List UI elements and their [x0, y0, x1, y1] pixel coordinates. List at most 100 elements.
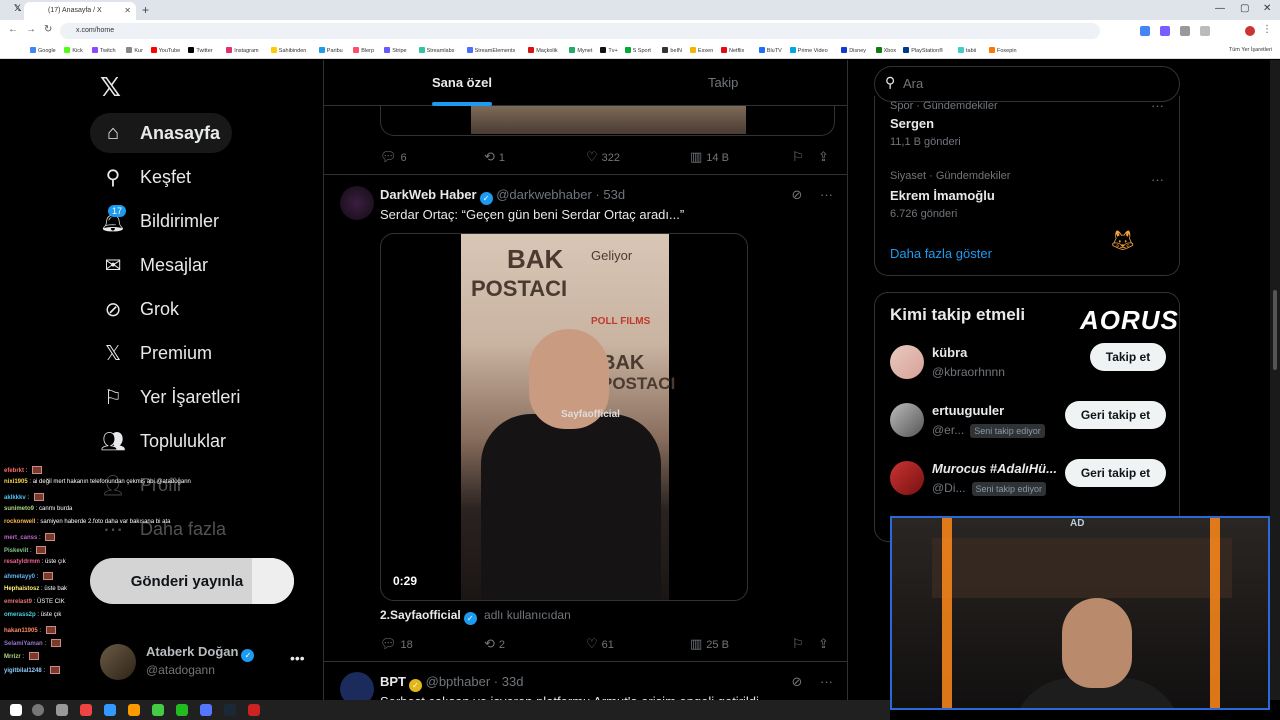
more-icon[interactable]: ··· — [1151, 172, 1164, 187]
author-name[interactable]: DarkWeb Haber — [380, 187, 477, 202]
avatar[interactable] — [340, 186, 374, 220]
nav-home[interactable]: ⌂ Anasayfa — [90, 113, 233, 153]
address-bar[interactable]: x.com/home — [60, 23, 1100, 39]
post-time[interactable]: 33d — [502, 674, 524, 689]
tab-for-you[interactable]: Sana özel — [432, 75, 492, 90]
bookmark-item[interactable]: tabii — [958, 47, 976, 54]
nav-bookmarks[interactable]: ⚐ Yer İşaretleri — [100, 377, 240, 417]
steam-icon[interactable] — [224, 704, 236, 716]
app-icon[interactable] — [248, 704, 260, 716]
new-tab-icon[interactable]: + — [142, 3, 149, 17]
bookmark-button[interactable]: ⚐ — [792, 636, 808, 652]
close-icon[interactable]: ✕ — [124, 6, 131, 15]
bookmark-item[interactable]: Sahibinden — [270, 47, 306, 54]
like-button[interactable]: ♡ 61 — [586, 636, 614, 652]
scrollbar-thumb[interactable] — [1273, 290, 1277, 370]
follow-suggestion[interactable]: ertuuguuler @er... Seni takip ediyor Geri… — [890, 401, 1170, 445]
video-player[interactable]: BAK POSTACI Geliyor POLL FILMS BAK POSTA… — [380, 233, 748, 601]
nav-premium[interactable]: 𝕏 Premium — [100, 333, 212, 373]
bookmark-item[interactable]: Maçkolik — [528, 47, 558, 54]
repost-button[interactable]: ⟲ 2 — [484, 636, 505, 652]
tab-following[interactable]: Takip — [708, 75, 738, 90]
bookmark-item[interactable]: S Sport — [624, 47, 651, 54]
follow-back-button[interactable]: Geri takip et — [1065, 401, 1166, 429]
bookmark-item[interactable]: Tv+ — [600, 47, 618, 54]
follow-back-button[interactable]: Geri takip et — [1065, 459, 1166, 487]
reply-button[interactable]: 💬︎ 6 — [380, 149, 407, 165]
bookmark-item[interactable]: Google — [30, 47, 56, 54]
app-icon[interactable] — [80, 704, 92, 716]
previous-post-media[interactable] — [380, 106, 835, 136]
maximize-icon[interactable]: ▢ — [1240, 3, 1249, 14]
bookmark-item[interactable]: Twitter — [188, 47, 213, 54]
bookmark-item[interactable]: BluTV — [758, 47, 782, 54]
bookmark-item[interactable]: Foxepin — [989, 47, 1017, 54]
whatsapp-icon[interactable] — [176, 704, 188, 716]
folder-icon[interactable] — [128, 704, 140, 716]
extension-icon[interactable] — [1140, 26, 1150, 36]
nav-messages[interactable]: ✉ Mesajlar — [100, 245, 208, 285]
bookmark-item[interactable]: Netflix — [721, 47, 744, 54]
start-icon[interactable] — [10, 704, 22, 716]
bookmark-item[interactable]: Mynet — [569, 47, 592, 54]
app-icon[interactable] — [104, 704, 116, 716]
extension-icon[interactable] — [1200, 26, 1210, 36]
bookmark-item[interactable]: StreamElements — [466, 47, 515, 54]
extension-icon[interactable] — [1180, 26, 1190, 36]
share-button[interactable]: ⇪ — [818, 149, 833, 165]
x-logo-icon[interactable]: 𝕏 — [100, 72, 121, 103]
browser-tab[interactable]: 𝕏 (17) Anasayfa / X ✕ — [14, 2, 136, 20]
credit-name[interactable]: 2.Sayfaofficial — [380, 608, 461, 622]
author-handle[interactable]: @darkwebhaber — [496, 187, 592, 202]
bookmark-button[interactable]: ⚐ — [792, 149, 808, 165]
discord-icon[interactable] — [200, 704, 212, 716]
scrollbar[interactable] — [1270, 60, 1280, 700]
more-icon[interactable]: ··· — [820, 674, 833, 689]
search-icon[interactable] — [32, 704, 44, 716]
profile-icon[interactable] — [1245, 26, 1255, 36]
bookmark-item[interactable]: Stripe — [384, 47, 407, 54]
bookmark-item[interactable]: Kur — [126, 47, 143, 54]
trend-name[interactable]: Sergen — [890, 116, 934, 131]
bookmark-item[interactable]: Twitch — [92, 47, 116, 54]
grok-icon[interactable]: ⊘ — [791, 187, 802, 202]
bookmark-item[interactable]: Disney — [841, 47, 866, 54]
follow-suggestion[interactable]: Murocus #AdalıHü... @Di... Seni takip edi… — [890, 459, 1170, 503]
show-more-link[interactable]: Daha fazla göster — [890, 246, 992, 261]
bookmark-item[interactable]: Exxen — [690, 47, 713, 54]
nav-grok[interactable]: ⊘ Grok — [100, 289, 179, 329]
bookmark-item[interactable]: PlayStation® — [903, 47, 943, 54]
more-icon[interactable]: ··· — [1151, 98, 1164, 113]
trend-name[interactable]: Ekrem İmamoğlu — [890, 188, 995, 203]
nav-more[interactable]: ⋯ Daha fazla — [100, 509, 226, 549]
reply-button[interactable]: 💬︎ 18 — [380, 636, 413, 652]
forward-icon[interactable]: → — [26, 24, 36, 35]
views-button[interactable]: ▥ 14 B — [690, 149, 729, 165]
bookmark-item[interactable]: Streamlabs — [418, 47, 454, 54]
post-button[interactable]: Gönderi yayınla — [90, 558, 294, 604]
reload-icon[interactable]: ↻ — [44, 24, 52, 35]
bookmark-item[interactable]: beIN — [662, 47, 682, 54]
grok-icon[interactable]: ⊘ — [791, 674, 802, 689]
extension-icon[interactable] — [1160, 26, 1170, 36]
back-icon[interactable]: ← — [8, 24, 18, 35]
bookmark-item[interactable]: Xbox — [875, 47, 896, 54]
follow-suggestion[interactable]: kübra @kbraorhnnn Takip et — [890, 343, 1170, 387]
bookmark-item[interactable]: YouTube — [150, 47, 180, 54]
bookmark-item[interactable]: Instagram — [226, 47, 259, 54]
all-bookmarks-link[interactable]: Tüm Yer İşaretleri — [1229, 47, 1272, 53]
task-view-icon[interactable] — [56, 704, 68, 716]
more-icon[interactable]: ••• — [290, 650, 305, 666]
share-button[interactable]: ⇪ — [818, 636, 833, 652]
chrome-icon[interactable] — [152, 704, 164, 716]
minimize-icon[interactable]: — — [1215, 3, 1225, 14]
bookmark-item[interactable]: Blerp — [353, 47, 374, 54]
account-switcher[interactable]: Ataberk Doğan ✓ @atadogann ••• — [100, 640, 310, 684]
menu-icon[interactable]: ⋮ — [1262, 24, 1272, 35]
bookmark-item[interactable]: Kick — [64, 47, 83, 54]
views-button[interactable]: ▥ 25 B — [690, 636, 729, 652]
bookmark-item[interactable]: Prime Video — [789, 47, 828, 54]
nav-explore[interactable]: ⚲ Keşfet — [100, 157, 191, 197]
nav-communities[interactable]: 👥︎ Topluluklar — [100, 421, 226, 461]
more-icon[interactable]: ··· — [820, 187, 833, 202]
